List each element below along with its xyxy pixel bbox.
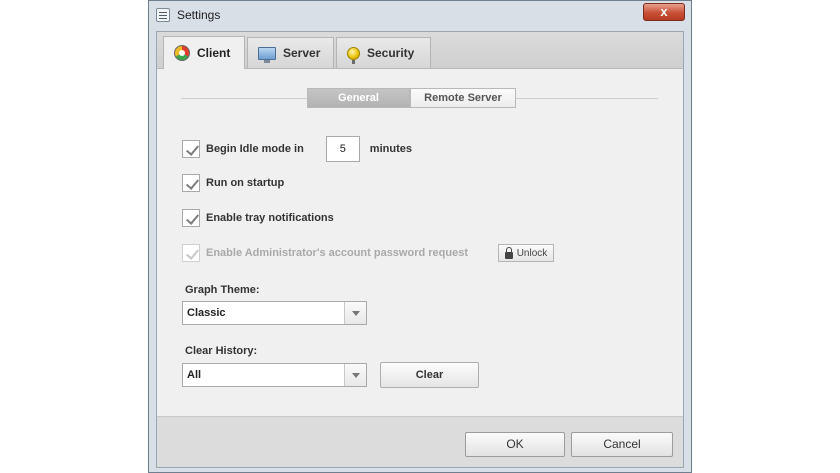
admin-password-row: Enable Administrator's account password … [182, 244, 468, 262]
settings-panel: Client Server Security General Remote Se… [156, 31, 684, 468]
title-bar[interactable]: Settings x [149, 1, 691, 29]
graph-theme-select[interactable]: Classic [182, 301, 367, 325]
clear-history-value: All [187, 369, 202, 381]
clear-button[interactable]: Clear [380, 362, 479, 388]
lock-icon [504, 246, 513, 259]
tray-notifications-row: Enable tray notifications [182, 209, 334, 227]
tab-security[interactable]: Security [336, 37, 431, 68]
tab-security-label: Security [367, 46, 415, 60]
admin-password-label: Enable Administrator's account password … [206, 247, 468, 259]
graph-theme-value: Classic [187, 307, 226, 319]
window-title: Settings [177, 8, 221, 22]
tray-notifications-label: Enable tray notifications [206, 212, 334, 224]
idle-mode-checkbox[interactable] [182, 140, 200, 158]
tab-strip: Client Server Security [157, 32, 683, 69]
ok-button[interactable]: OK [465, 432, 565, 457]
settings-app-icon [156, 8, 170, 22]
tab-client[interactable]: Client [163, 36, 245, 69]
idle-minutes-unit: minutes [369, 143, 412, 155]
admin-password-checkbox [182, 244, 200, 262]
cancel-button[interactable]: Cancel [571, 432, 673, 457]
unlock-button[interactable]: Unlock [498, 244, 554, 262]
idle-minutes-input[interactable] [325, 136, 360, 162]
tray-notifications-checkbox[interactable] [182, 209, 200, 227]
run-on-startup-row: Run on startup [182, 174, 284, 192]
tab-server[interactable]: Server [247, 37, 334, 68]
dialog-footer: OK Cancel [157, 416, 683, 467]
tab-client-label: Client [197, 46, 231, 60]
subtab-remote-server[interactable]: Remote Server [410, 88, 516, 108]
chevron-down-icon[interactable] [344, 364, 366, 386]
idle-mode-row: Begin Idle mode in minutes [182, 136, 412, 162]
close-button[interactable]: x [643, 3, 685, 21]
graph-theme-label: Graph Theme: [185, 284, 260, 296]
server-icon [258, 46, 276, 63]
run-on-startup-label: Run on startup [206, 177, 285, 189]
subtab-general[interactable]: General [307, 88, 410, 108]
clear-history-label: Clear History: [185, 345, 258, 357]
unlock-label: Unlock [516, 247, 548, 259]
clear-history-select[interactable]: All [182, 363, 367, 387]
client-icon [174, 45, 190, 61]
tab-server-label: Server [283, 46, 321, 60]
security-icon [347, 46, 360, 64]
settings-window: Settings x Client Server Security Genera… [148, 0, 692, 473]
idle-mode-label: Begin Idle mode in [206, 143, 304, 155]
run-on-startup-checkbox[interactable] [182, 174, 200, 192]
chevron-down-icon[interactable] [344, 302, 366, 324]
